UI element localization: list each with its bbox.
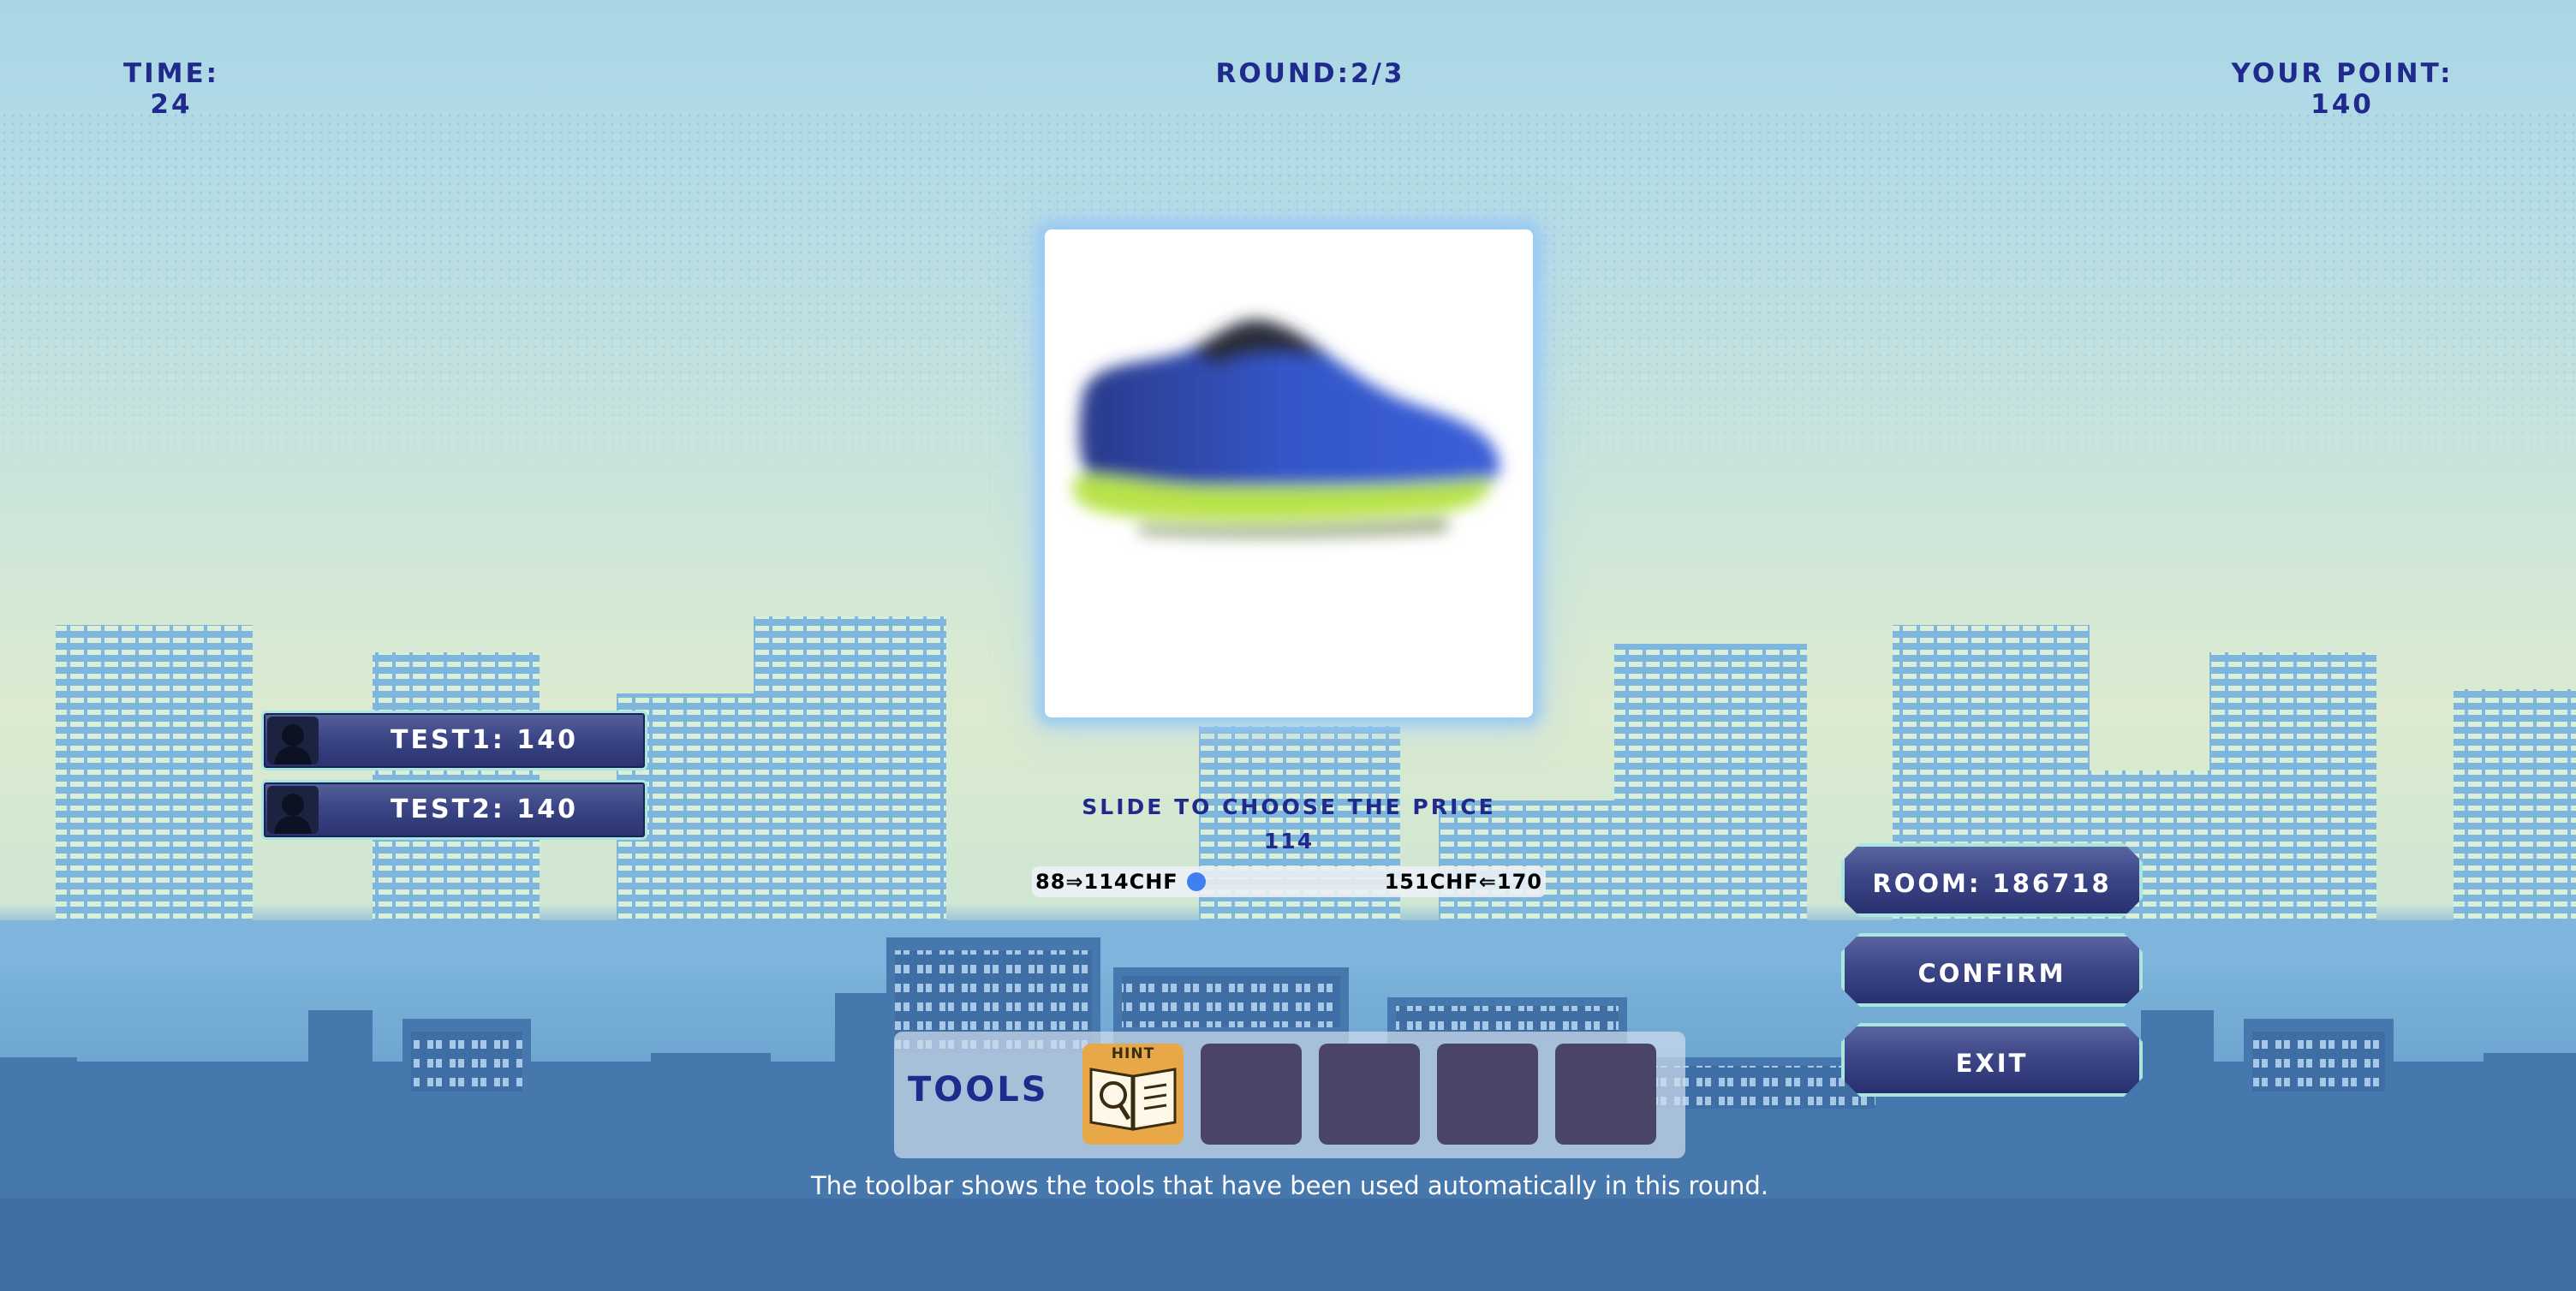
player-name-score: TEST2: 140 [391,794,578,824]
slider-current-value: 114 [1263,829,1315,854]
tool-slot-empty[interactable] [1555,1044,1656,1145]
product-image-frame [1045,229,1533,717]
hint-book-icon [1089,1068,1177,1131]
shoe-image [1072,319,1500,538]
round-display: ROUND:2/3 [1215,58,1405,89]
player-list: TEST1: 140 TEST2: 140 [261,711,647,849]
tool-slot-empty[interactable] [1437,1044,1538,1145]
tools-toolbar: TOOLS HINT [894,1032,1685,1158]
confirm-button[interactable]: CONFIRM [1841,933,2143,1007]
time-label: TIME: [122,58,220,89]
time-value: 24 [150,89,193,120]
game-scene: TIME: 24 ROUND:2/3 YOUR POINT: 140 TEST1… [0,0,2576,1291]
tool-slot-empty[interactable] [1201,1044,1302,1145]
slider-right-range: 151CHF⇐170 [1384,870,1542,894]
points-label: YOUR POINT: [2231,58,2454,89]
slider-track[interactable] [1187,872,1392,891]
slider-instruction: SLIDE TO CHOOSE THE PRICE [1082,794,1496,819]
tool-slot-empty[interactable] [1319,1044,1420,1145]
player-card: TEST2: 140 [261,780,647,840]
toolbar-caption: The toolbar shows the tools that have be… [811,1171,1768,1200]
points-value: 140 [2311,89,2374,120]
slider-left-range: 88⇒114CHF [1035,870,1178,894]
tool-slot-hint[interactable]: HINT [1082,1044,1184,1145]
tools-label: TOOLS [908,1070,1049,1110]
slider-thumb[interactable] [1187,872,1206,891]
time-display: TIME: 24 [111,58,231,120]
exit-button[interactable]: EXIT [1841,1023,2143,1097]
price-slider[interactable]: 88⇒114CHF 151CHF⇐170 [1032,866,1546,897]
points-display: YOUR POINT: 140 [2201,58,2484,120]
silhouette-icon [267,717,319,764]
room-id-button[interactable]: ROOM: 186718 [1841,843,2143,917]
silhouette-icon [267,786,319,834]
player-name-score: TEST1: 140 [391,725,578,755]
player-card: TEST1: 140 [261,711,647,770]
